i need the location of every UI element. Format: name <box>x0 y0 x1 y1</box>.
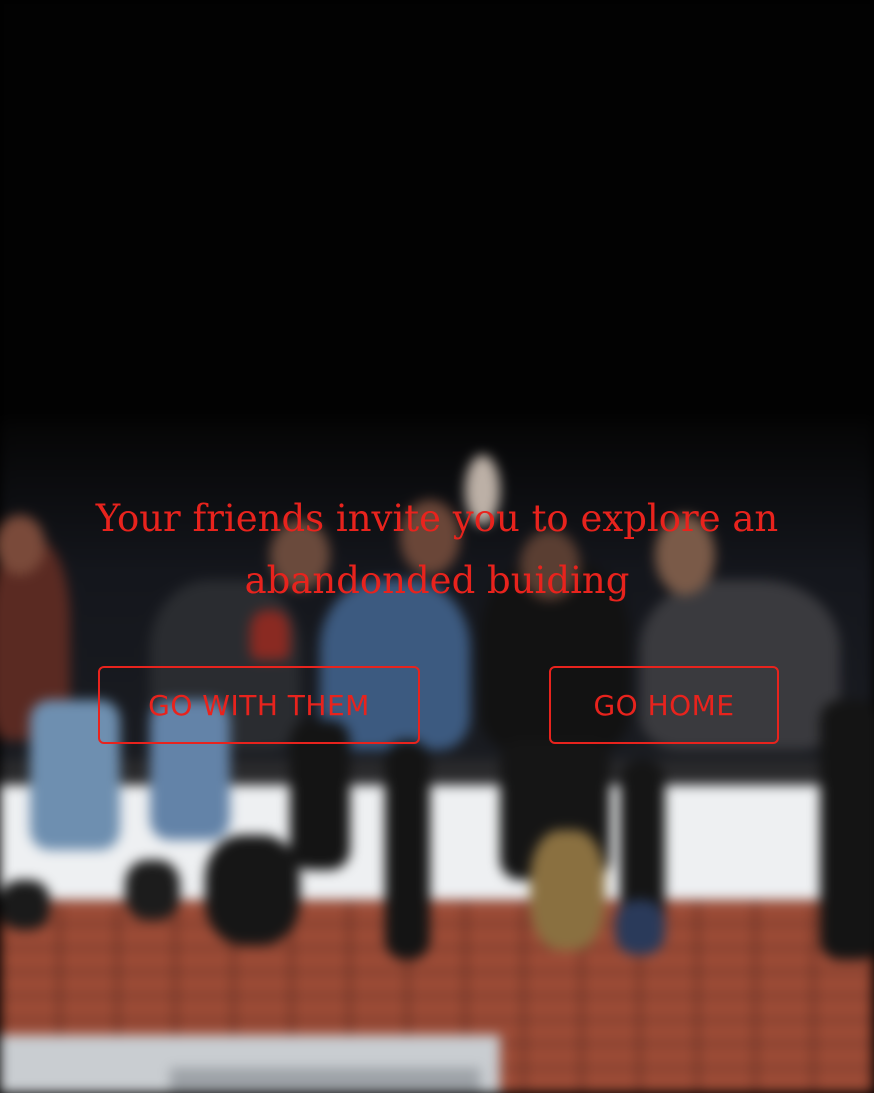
game-scene: Your friends invite you to explore an ab… <box>0 0 874 1093</box>
go-home-button[interactable]: GO HOME <box>549 666 779 744</box>
scene-prompt: Your friends invite you to explore an ab… <box>95 497 779 602</box>
go-with-them-button[interactable]: GO WITH THEM <box>98 666 420 744</box>
